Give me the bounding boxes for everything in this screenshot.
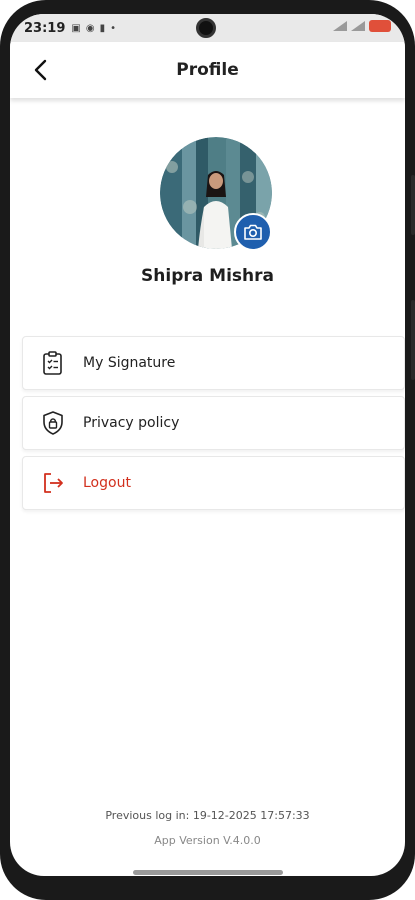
shield-lock-icon bbox=[43, 411, 63, 435]
menu-item-label: My Signature bbox=[83, 355, 176, 371]
location-icon: ◉ bbox=[85, 22, 95, 34]
profile-name: Shipra Mishra bbox=[141, 266, 274, 286]
power-button bbox=[411, 300, 415, 380]
system-icons bbox=[333, 20, 391, 32]
menu-item-my-signature[interactable]: My Signature bbox=[22, 336, 405, 390]
camera-icon bbox=[244, 224, 262, 240]
avatar-container bbox=[160, 137, 272, 251]
back-arrow-icon[interactable] bbox=[30, 58, 54, 82]
menu-item-label: Logout bbox=[83, 475, 131, 491]
logout-icon bbox=[44, 473, 63, 493]
dot-icon: • bbox=[110, 22, 116, 34]
sim-icon: ▮ bbox=[99, 22, 106, 34]
menu-item-privacy-policy[interactable]: Privacy policy bbox=[22, 396, 405, 450]
signature-clipboard-icon bbox=[43, 351, 62, 375]
app-version-text: App Version V.4.0.0 bbox=[154, 834, 261, 847]
app-header: Profile bbox=[10, 42, 405, 98]
battery-icon bbox=[369, 20, 391, 32]
change-photo-button[interactable] bbox=[234, 213, 272, 251]
profile-menu: My Signature Privacy policy Logout bbox=[22, 336, 405, 516]
front-camera bbox=[196, 18, 216, 38]
menu-item-label: Privacy policy bbox=[83, 415, 180, 431]
screen: 23:19 ▣ ◉ ▮ • Profile Shipra Mishra My S… bbox=[10, 14, 405, 876]
home-indicator[interactable] bbox=[133, 870, 283, 875]
status-time: 23:19 bbox=[24, 20, 66, 36]
volume-button bbox=[411, 175, 415, 235]
menu-item-logout[interactable]: Logout bbox=[22, 456, 405, 510]
phone-frame: 23:19 ▣ ◉ ▮ • Profile Shipra Mishra My S… bbox=[0, 0, 415, 900]
screenshot-icon: ▣ bbox=[71, 22, 81, 34]
notification-icons: ▣ ◉ ▮ • bbox=[71, 23, 116, 34]
status-bar: 23:19 ▣ ◉ ▮ • bbox=[10, 14, 405, 42]
wifi-icon bbox=[333, 21, 347, 31]
previous-login-text: Previous log in: 19-12-2025 17:57:33 bbox=[105, 809, 310, 822]
signal-icon bbox=[351, 21, 365, 31]
page-title: Profile bbox=[176, 60, 239, 80]
